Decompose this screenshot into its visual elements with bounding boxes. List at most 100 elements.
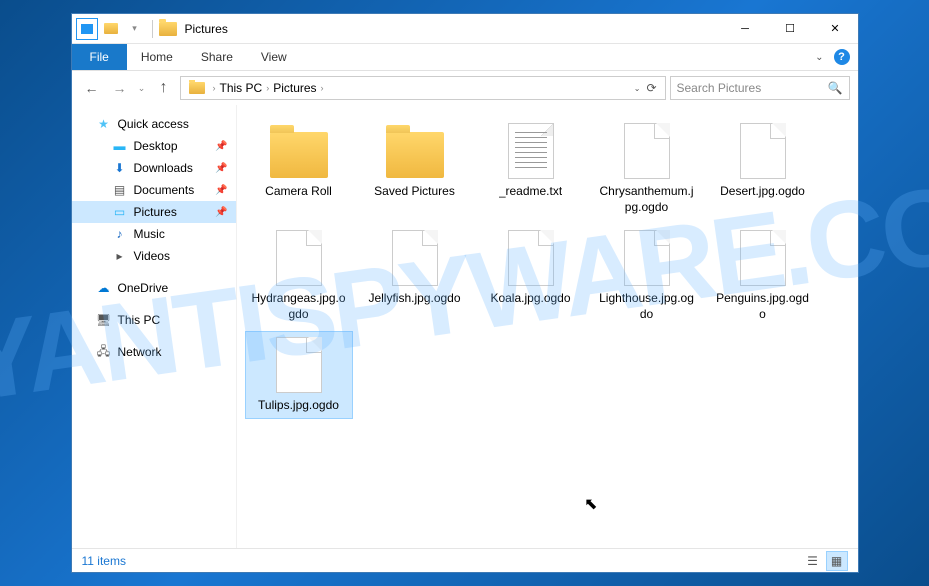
search-icon: 🔍 <box>828 81 843 95</box>
tab-share[interactable]: Share <box>187 44 247 70</box>
file-icon <box>612 122 682 180</box>
file-icon <box>264 336 334 394</box>
breadcrumb-pictures[interactable]: Pictures <box>273 81 316 95</box>
chevron-right-icon[interactable]: › <box>321 83 324 93</box>
window-controls: ─ ☐ ✕ <box>723 14 858 43</box>
file-item[interactable]: Koala.jpg.ogdo <box>477 224 585 327</box>
music-icon: ♪ <box>112 226 128 242</box>
folder-icon <box>264 122 334 180</box>
details-view-button[interactable]: ☰ <box>802 551 824 571</box>
minimize-button[interactable]: ─ <box>723 14 768 43</box>
items-view[interactable]: Camera Roll Saved Pictures _readme.txt Chry… <box>237 105 858 548</box>
file-icon <box>728 122 798 180</box>
video-icon: ▸ <box>112 248 128 264</box>
onedrive-icon: ☁ <box>96 280 112 296</box>
file-item[interactable]: _readme.txt <box>477 117 585 220</box>
file-item[interactable]: Chrysanthemum.jpg.ogdo <box>593 117 701 220</box>
recent-dropdown[interactable]: ⌄ <box>136 76 148 100</box>
download-icon: ⬇ <box>112 160 128 176</box>
sidebar-onedrive[interactable]: ☁OneDrive <box>72 277 236 299</box>
divider <box>152 20 153 38</box>
navigation-bar: ← → ⌄ ↑ › This PC › Pictures › ⌄ ⟳ Searc… <box>72 71 858 105</box>
file-item[interactable]: Hydrangeas.jpg.ogdo <box>245 224 353 327</box>
file-icon <box>380 229 450 287</box>
titlebar: ▾ Pictures ─ ☐ ✕ <box>72 14 858 44</box>
back-button[interactable]: ← <box>80 76 104 100</box>
file-label: Tulips.jpg.ogdo <box>258 398 339 414</box>
sidebar-network[interactable]: 🖧Network <box>72 341 236 363</box>
window-title: Pictures <box>185 22 723 36</box>
file-label: Penguins.jpg.ogdo <box>714 291 812 322</box>
file-label: Lighthouse.jpg.ogdo <box>598 291 696 322</box>
folder-icon <box>380 122 450 180</box>
breadcrumb-dropdown-icon[interactable]: ⌄ <box>634 84 641 93</box>
ribbon-expand-icon[interactable]: ⌄ <box>815 52 823 63</box>
breadcrumb[interactable]: › This PC › Pictures › ⌄ ⟳ <box>180 76 666 100</box>
file-icon <box>264 229 334 287</box>
file-label: Chrysanthemum.jpg.ogdo <box>598 184 696 215</box>
pin-icon: 📌 <box>215 141 227 152</box>
document-icon: ▤ <box>112 182 128 198</box>
file-menu[interactable]: File <box>72 44 127 70</box>
sidebar-thispc[interactable]: 🖥This PC <box>72 309 236 331</box>
sidebar-music[interactable]: ♪Music <box>72 223 236 245</box>
file-item[interactable]: Penguins.jpg.ogdo <box>709 224 817 327</box>
sidebar-videos[interactable]: ▸Videos <box>72 245 236 267</box>
chevron-right-icon[interactable]: › <box>213 83 216 93</box>
chevron-right-icon[interactable]: › <box>266 83 269 93</box>
file-label: Koala.jpg.ogdo <box>490 291 570 307</box>
maximize-button[interactable]: ☐ <box>768 14 813 43</box>
qat: ▾ <box>76 18 146 40</box>
file-item[interactable]: Jellyfish.jpg.ogdo <box>361 224 469 327</box>
sidebar-downloads[interactable]: ⬇Downloads📌 <box>72 157 236 179</box>
help-icon[interactable]: ? <box>834 49 850 65</box>
qat-properties-icon[interactable] <box>76 18 98 40</box>
qat-dropdown-icon[interactable]: ▾ <box>124 18 146 40</box>
file-label: Desert.jpg.ogdo <box>720 184 805 200</box>
large-icons-view-button[interactable]: ▦ <box>826 551 848 571</box>
file-icon <box>728 229 798 287</box>
tab-home[interactable]: Home <box>127 44 187 70</box>
pictures-icon: ▭ <box>112 204 128 220</box>
desktop-icon: ▬ <box>112 138 128 154</box>
file-label: Saved Pictures <box>374 184 455 200</box>
search-input[interactable]: Search Pictures 🔍 <box>670 76 850 100</box>
textfile-icon <box>496 122 566 180</box>
file-label: Hydrangeas.jpg.ogdo <box>250 291 348 322</box>
file-label: Camera Roll <box>265 184 332 200</box>
file-item[interactable]: Saved Pictures <box>361 117 469 220</box>
sidebar-documents[interactable]: ▤Documents📌 <box>72 179 236 201</box>
body: ★Quick access ▬Desktop📌 ⬇Downloads📌 ▤Doc… <box>72 105 858 548</box>
pin-icon: 📌 <box>215 163 227 174</box>
qat-newfolder-icon[interactable] <box>100 18 122 40</box>
file-item[interactable]: Tulips.jpg.ogdo <box>245 331 353 419</box>
ribbon: File Home Share View ⌄ ? <box>72 44 858 71</box>
sidebar-pictures[interactable]: ▭Pictures📌 <box>72 201 236 223</box>
file-icon <box>496 229 566 287</box>
file-label: Jellyfish.jpg.ogdo <box>368 291 460 307</box>
breadcrumb-thispc[interactable]: This PC <box>220 81 263 95</box>
sidebar-quick-access[interactable]: ★Quick access <box>72 113 236 135</box>
file-item[interactable]: Lighthouse.jpg.ogdo <box>593 224 701 327</box>
sidebar-desktop[interactable]: ▬Desktop📌 <box>72 135 236 157</box>
file-icon <box>612 229 682 287</box>
network-icon: 🖧 <box>96 344 112 360</box>
pc-icon: 🖥 <box>96 312 112 328</box>
tab-view[interactable]: View <box>247 44 301 70</box>
status-bar: 11 items ☰ ▦ <box>72 548 858 572</box>
folder-icon <box>159 22 177 36</box>
refresh-icon[interactable]: ⟳ <box>646 81 656 95</box>
file-item[interactable]: Camera Roll <box>245 117 353 220</box>
forward-button[interactable]: → <box>108 76 132 100</box>
status-count: 11 items <box>82 554 802 568</box>
file-item[interactable]: Desert.jpg.ogdo <box>709 117 817 220</box>
up-button[interactable]: ↑ <box>152 76 176 100</box>
pin-icon: 📌 <box>215 207 227 218</box>
pin-icon: 📌 <box>215 185 227 196</box>
navigation-pane: ★Quick access ▬Desktop📌 ⬇Downloads📌 ▤Doc… <box>72 105 237 548</box>
file-label: _readme.txt <box>499 184 562 200</box>
breadcrumb-folder-icon <box>189 82 205 94</box>
search-placeholder: Search Pictures <box>677 81 828 95</box>
close-button[interactable]: ✕ <box>813 14 858 43</box>
star-icon: ★ <box>96 116 112 132</box>
